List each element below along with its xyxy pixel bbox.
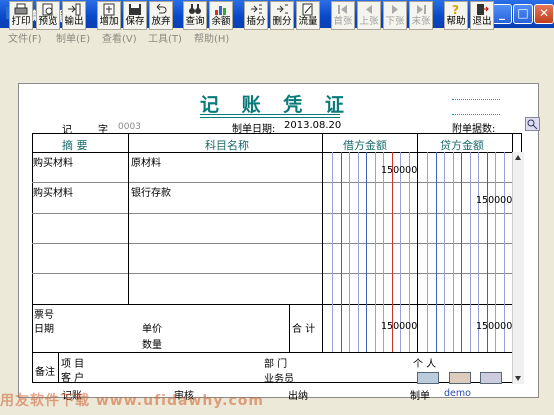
last-page-button[interactable]: 末张 [409, 1, 433, 30]
add-button[interactable]: 增加 [97, 1, 121, 30]
add-icon [103, 3, 115, 16]
maker-name: demo [444, 388, 471, 399]
exit-button[interactable]: 退出 [470, 1, 494, 30]
bill-date-label: 日期 [34, 324, 54, 335]
maximize-button[interactable]: □ [513, 4, 533, 24]
title-underline [200, 114, 340, 115]
department-label: 部 门 [264, 359, 288, 370]
note-ref-icon[interactable] [480, 372, 502, 384]
contact-ref-icon[interactable] [449, 372, 471, 384]
row-1-account[interactable]: 原材料 [131, 154, 161, 169]
query-button[interactable]: 查询 [183, 1, 207, 30]
bill-no-label: 票号 [34, 310, 54, 321]
customer-label: 客 户 [61, 373, 85, 384]
first-page-button[interactable]: 首张 [331, 1, 355, 30]
insert-row-icon [251, 4, 262, 14]
scroll-down-icon[interactable] [515, 376, 521, 381]
toolbar [0, 45, 554, 77]
print-button[interactable]: 打印 [9, 1, 33, 30]
undo-icon [156, 3, 167, 14]
amount-digit-line [332, 152, 333, 352]
amount-digit-line [461, 152, 462, 352]
menu-view[interactable]: 查看(V) [102, 30, 137, 45]
prev-icon [366, 5, 372, 14]
dotted-field [452, 99, 500, 100]
person-label: 个 人 [413, 359, 437, 370]
amount-digit-line [427, 152, 428, 352]
binoculars-icon [189, 4, 201, 14]
last-icon [417, 5, 426, 14]
delete-entry-button[interactable]: 删分 [270, 1, 294, 30]
close-button[interactable]: ✕ [534, 4, 554, 24]
menu-voucher[interactable]: 制单(E) [56, 30, 90, 45]
unit-price-label: 单价 [142, 324, 162, 335]
menu-file[interactable]: 文件(F) [8, 30, 42, 45]
save-icon [129, 4, 141, 15]
next-icon [392, 5, 398, 14]
amount-digit-line [436, 152, 437, 352]
header-account: 科目名称 [205, 139, 249, 152]
discard-button[interactable]: 放弃 [149, 1, 173, 30]
amount-digit-line [375, 152, 376, 352]
dotted-field [452, 114, 500, 115]
export-button[interactable]: 输出 [62, 1, 86, 30]
maker-label: 制单 [410, 391, 430, 402]
svg-text:?: ? [452, 3, 459, 16]
quantity-label: 数量 [142, 340, 162, 351]
amount-digit-line [366, 152, 367, 352]
watermark: 用友软件下载 www.ufidawhy.com [0, 393, 264, 409]
insert-entry-button[interactable]: 插分 [244, 1, 268, 30]
amount-digit-line [444, 152, 445, 352]
total-credit: 150000 [476, 321, 513, 332]
row-2-credit[interactable]: 150000 [476, 195, 512, 206]
project-label: 项 目 [61, 359, 85, 370]
menu-tools[interactable]: 工具(T) [148, 30, 182, 45]
header-credit: 贷方金额 [440, 139, 484, 152]
row-2-summary[interactable]: 购买材料 [33, 184, 73, 199]
amount-digit-line [453, 152, 454, 352]
delete-row-icon [277, 4, 288, 14]
title-underline-double [200, 117, 340, 118]
row-2-account[interactable]: 银行存款 [131, 184, 171, 199]
project-ref-icon[interactable] [417, 372, 439, 384]
salesman-label: 业务员 [264, 374, 294, 385]
total-debit: 150000 [381, 321, 418, 332]
header-debit: 借方金额 [343, 139, 387, 152]
cash-flow-button[interactable]: 流量 [296, 1, 320, 30]
bar-chart-icon [215, 6, 226, 15]
notes-label: 备注 [35, 367, 55, 378]
help-icon: ? [452, 3, 459, 16]
voucher-title: 记 账 凭 证 [200, 94, 352, 116]
export-icon [68, 3, 81, 16]
voucher-number[interactable]: 0003 [118, 122, 141, 132]
cashier-label: 出纳 [288, 391, 308, 402]
row-1-debit[interactable]: 150000 [381, 165, 417, 176]
scroll-up-icon[interactable] [515, 155, 521, 160]
help-button[interactable]: ? 帮助 [444, 1, 468, 30]
attachment-icon[interactable] [525, 117, 540, 131]
balance-button[interactable]: 余额 [209, 1, 233, 30]
voucher-date[interactable]: 2013.08.20 [284, 120, 341, 131]
flow-icon [302, 3, 313, 16]
vertical-scrollbar[interactable] [512, 152, 524, 384]
next-page-button[interactable]: 下张 [383, 1, 407, 30]
preview-button[interactable]: 预览 [36, 1, 60, 30]
exit-door-icon [477, 4, 489, 15]
preview-icon [42, 3, 53, 16]
amount-digit-line [349, 152, 350, 352]
prev-page-button[interactable]: 上张 [357, 1, 381, 30]
amount-digit-line [341, 152, 342, 352]
first-icon [338, 5, 347, 14]
amount-digit-line [470, 152, 471, 352]
printer-icon [14, 3, 28, 15]
total-label: 合 计 [292, 324, 316, 335]
menu-help[interactable]: 帮助(H) [194, 30, 229, 45]
row-1-summary[interactable]: 购买材料 [33, 154, 73, 169]
minimize-button[interactable]: _ [492, 4, 512, 24]
header-summary: 摘 要 [62, 139, 88, 152]
save-button[interactable]: 保存 [123, 1, 147, 30]
amount-digit-line [358, 152, 359, 352]
